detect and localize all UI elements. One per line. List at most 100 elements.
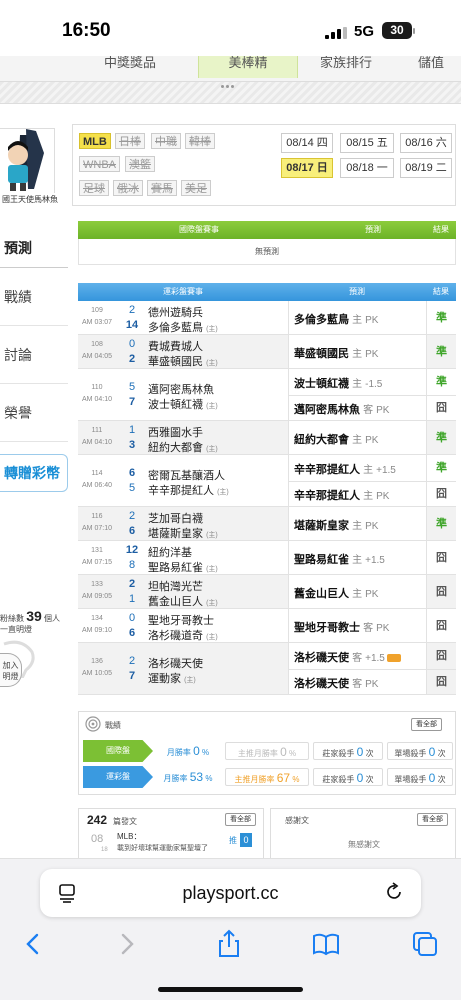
prediction-team: 聖路易紅雀: [294, 554, 349, 566]
away-team[interactable]: 洛杉磯天使: [148, 655, 203, 671]
home-team[interactable]: 多倫多藍鳥 (主): [148, 319, 218, 335]
away-team[interactable]: 坦帕灣光芒: [148, 578, 203, 594]
sidebar-item-predict[interactable]: 預測: [0, 228, 68, 268]
game-row[interactable]: 116 AM 07:10 2 芝加哥白襪 6 堪薩斯皇家 (主) 堪薩斯皇家 主 PK 準: [78, 507, 456, 541]
game-row[interactable]: 131 AM 07:15 12 紐約洋基 8 聖路易紅雀 (主) 聖路易紅雀 主 +1.5 囧: [78, 541, 456, 575]
top-tab[interactable]: 家族排行: [302, 56, 390, 78]
date-0818[interactable]: 08/18 一: [340, 158, 394, 178]
away-team[interactable]: 費城費城人: [148, 338, 203, 354]
home-team[interactable]: 紐約大都會 (主): [148, 439, 218, 455]
address-bar[interactable]: playsport.cc: [40, 869, 421, 917]
tabs-icon[interactable]: [410, 929, 440, 959]
prediction[interactable]: 紐約大都會 主 PK: [294, 431, 378, 447]
game-row[interactable]: 108 AM 04:05 0 費城費城人 2 華盛頓國民 (主) 華盛頓國民 主 PK 準: [78, 335, 456, 369]
forward-icon[interactable]: [112, 929, 142, 959]
main-content: MLB 日棒 中職 韓棒 WNBA 澳籃 足球 俄冰 賽馬 美足 08/14 四…: [72, 124, 456, 868]
game-row[interactable]: 133 AM 09:05 2 坦帕灣光芒 1 舊金山巨人 (主) 舊金山巨人 主 PK 囧: [78, 575, 456, 609]
drag-handle-icon[interactable]: [221, 85, 239, 89]
prediction[interactable]: 多倫多藍鳥 主 PK: [294, 311, 378, 327]
home-team[interactable]: 洛杉磯道奇 (主): [148, 627, 218, 643]
home-team[interactable]: 華盛頓國民 (主): [148, 353, 218, 369]
league-nbl[interactable]: 澳籃: [125, 156, 155, 172]
game-number: 108: [91, 341, 103, 348]
dan-value: 0: [428, 745, 436, 759]
game-row[interactable]: 136 AM 10:05 2 洛杉磯天使 7 運動家 (主) 洛杉磯天使 客 +1.5 囧洛杉…: [78, 643, 456, 695]
league-horse[interactable]: 賽馬: [147, 180, 177, 196]
record-see-all-button[interactable]: 看全部: [411, 718, 442, 731]
share-icon[interactable]: [214, 929, 244, 959]
away-team[interactable]: 德州遊騎兵: [148, 304, 203, 320]
thanks-see-all-button[interactable]: 看全部: [417, 813, 448, 826]
prediction[interactable]: 洛杉磯天使 客 +1.5: [294, 649, 401, 665]
prediction-side: 客: [352, 679, 363, 690]
date-0814[interactable]: 08/14 四: [281, 133, 333, 153]
prediction[interactable]: 辛辛那提紅人 主 PK: [294, 487, 389, 503]
prediction[interactable]: 華盛頓國民 主 PK: [294, 345, 378, 361]
league-mlb[interactable]: MLB: [79, 133, 111, 149]
sidebar-item-discuss[interactable]: 討論: [0, 326, 68, 384]
game-row[interactable]: 114 AM 06:40 6 密爾瓦基釀酒人 5 辛辛那提紅人 (主) 辛辛那提紅人 主 +…: [78, 455, 456, 507]
bookmarks-icon[interactable]: [311, 929, 341, 959]
prediction-team: 堪薩斯皇家: [294, 520, 349, 532]
away-team[interactable]: 聖地牙哥教士: [148, 612, 214, 628]
date-0815[interactable]: 08/15 五: [340, 133, 394, 153]
game-number: 111: [91, 427, 103, 434]
home-team[interactable]: 聖路易紅雀 (主): [148, 559, 218, 575]
league-khl[interactable]: 俄冰: [113, 180, 143, 196]
sidebar-item-honor[interactable]: 榮譽: [0, 384, 68, 442]
away-team[interactable]: 芝加哥白襪: [148, 510, 203, 526]
home-team[interactable]: 辛辛那提紅人 (主): [148, 482, 229, 498]
post-like-count: 0: [240, 833, 252, 847]
prediction[interactable]: 堪薩斯皇家 主 PK: [294, 517, 378, 533]
home-team[interactable]: 運動家 (主): [148, 670, 196, 686]
game-row[interactable]: 111 AM 04:10 1 西雅圖水手 3 紐約大都會 (主) 紐約大都會 主 PK 準: [78, 421, 456, 455]
avatar[interactable]: [0, 128, 55, 193]
date-0817[interactable]: 08/17 日: [281, 158, 333, 178]
top-tabs: 中獎獎品 美棒精 家族排行 儲值: [0, 56, 461, 82]
home-team[interactable]: 波士頓紅襪 (主): [148, 396, 218, 412]
away-team[interactable]: 邁阿密馬林魚: [148, 381, 214, 397]
home-team[interactable]: 堪薩斯皇家 (主): [148, 525, 218, 541]
lottery-col-result: 結果: [433, 287, 449, 296]
prediction[interactable]: 洛杉磯天使 客 PK: [294, 675, 378, 691]
league-kbo[interactable]: 韓棒: [185, 133, 215, 149]
top-tab-active[interactable]: 美棒精: [198, 56, 298, 78]
date-0819[interactable]: 08/19 二: [400, 158, 452, 178]
prediction[interactable]: 邁阿密馬林魚 客 PK: [294, 401, 389, 417]
post-title[interactable]: MLB：: [117, 831, 141, 842]
prediction-result: 囧: [426, 643, 456, 669]
prediction[interactable]: 舊金山巨人 主 PK: [294, 585, 378, 601]
reload-icon[interactable]: [383, 881, 405, 903]
prediction-line: PK: [365, 589, 379, 600]
league-wnba[interactable]: WNBA: [79, 156, 120, 172]
home-team[interactable]: 舊金山巨人 (主): [148, 593, 218, 609]
league-nfl[interactable]: 美足: [181, 180, 211, 196]
signal-icon: [325, 27, 347, 39]
league-npb[interactable]: 日棒: [115, 133, 145, 149]
prediction[interactable]: 波士頓紅襪 主 -1.5: [294, 375, 382, 391]
date-0816[interactable]: 08/16 六: [400, 133, 452, 153]
month-label: 月勝率: [166, 748, 191, 757]
away-team[interactable]: 紐約洋基: [148, 544, 192, 560]
post-preview[interactable]: 載到好壞球幫運動家幫聖壇了: [117, 843, 208, 853]
game-row[interactable]: 110 AM 04:10 5 邁阿密馬林魚 7 波士頓紅襪 (主) 波士頓紅襪 主 -1.5…: [78, 369, 456, 421]
prediction-result: 囧: [426, 481, 456, 507]
home-team-name: 辛辛那提紅人: [148, 485, 214, 497]
sidebar-item-record[interactable]: 戰績: [0, 268, 68, 326]
game-row[interactable]: 109 AM 03:07 2 德州遊騎兵 14 多倫多藍鳥 (主) 多倫多藍鳥 主 PK 準: [78, 301, 456, 335]
posts-see-all-button[interactable]: 看全部: [225, 813, 256, 826]
sidebar-item-transfer[interactable]: 轉贈彩幣: [0, 454, 68, 492]
home-team-name: 洛杉磯道奇: [148, 630, 203, 642]
top-tab[interactable]: 儲值: [396, 56, 461, 78]
join-button[interactable]: 加入明燈: [0, 653, 22, 687]
league-cpbl[interactable]: 中職: [151, 133, 181, 149]
away-team[interactable]: 密爾瓦基釀酒人: [148, 467, 225, 483]
prediction[interactable]: 聖地牙哥教士 客 PK: [294, 619, 389, 635]
game-row[interactable]: 134 AM 09:10 0 聖地牙哥教士 6 洛杉磯道奇 (主) 聖地牙哥教士 客 PK 囧: [78, 609, 456, 643]
back-icon[interactable]: [18, 929, 48, 959]
away-team[interactable]: 西雅圖水手: [148, 424, 203, 440]
prediction[interactable]: 辛辛那提紅人 主 +1.5: [294, 461, 396, 477]
top-tab[interactable]: 中獎獎品: [70, 56, 190, 78]
prediction[interactable]: 聖路易紅雀 主 +1.5: [294, 551, 385, 567]
league-soccer[interactable]: 足球: [79, 180, 109, 196]
